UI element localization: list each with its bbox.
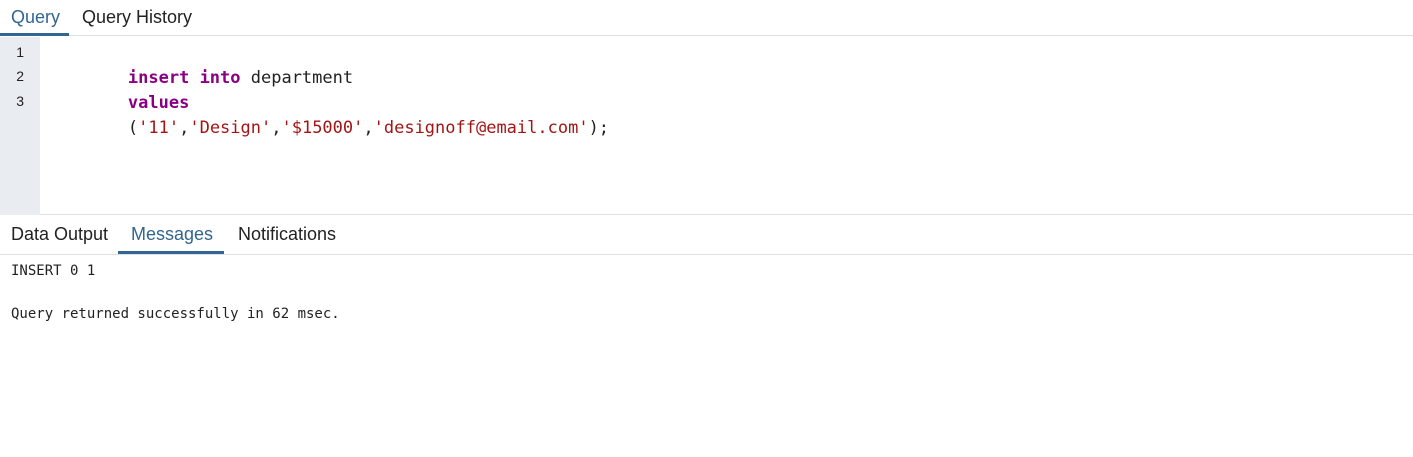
sql-punct: , — [179, 118, 190, 138]
query-tabs-bar: Query Query History — [0, 0, 1413, 36]
tab-query-history[interactable]: Query History — [82, 0, 192, 36]
code-line: ('11','Design','$15000','designoff@email… — [46, 92, 609, 138]
tab-data-output[interactable]: Data Output — [11, 215, 108, 254]
query-tool: Query Query History 1 2 3 insert into de… — [0, 0, 1413, 457]
message-query-status: Query returned successfully in 62 msec. — [11, 306, 340, 322]
sql-string: 'Design' — [189, 118, 272, 138]
line-number: 3 — [16, 93, 24, 109]
sql-punct: , — [271, 118, 282, 138]
sql-string: '11' — [138, 118, 180, 138]
sql-editor[interactable]: 1 2 3 insert into department values ('11… — [0, 37, 1413, 215]
line-number: 1 — [16, 44, 24, 60]
line-number-gutter: 1 2 3 — [0, 37, 40, 215]
code-line: values — [46, 67, 189, 113]
code-area[interactable]: insert into department values ('11','Des… — [46, 37, 1413, 215]
results-tabs-bar: Data Output Messages Notifications — [0, 215, 1413, 255]
sql-punct: ); — [588, 118, 610, 138]
tab-query[interactable]: Query — [0, 0, 69, 36]
code-line: insert into department — [46, 42, 353, 88]
sql-string: 'designoff@email.com' — [373, 118, 589, 138]
messages-panel: INSERT 0 1 Query returned successfully i… — [0, 255, 1413, 457]
sql-string: '$15000' — [281, 118, 364, 138]
line-number: 2 — [16, 68, 24, 84]
sql-punct: ( — [127, 118, 139, 138]
sql-identifier: department — [240, 68, 354, 88]
tab-notifications[interactable]: Notifications — [238, 215, 336, 254]
message-insert-result: INSERT 0 1 — [11, 263, 96, 279]
sql-punct: , — [363, 118, 374, 138]
tab-messages[interactable]: Messages — [118, 215, 224, 254]
sql-keyword: into — [199, 68, 241, 88]
